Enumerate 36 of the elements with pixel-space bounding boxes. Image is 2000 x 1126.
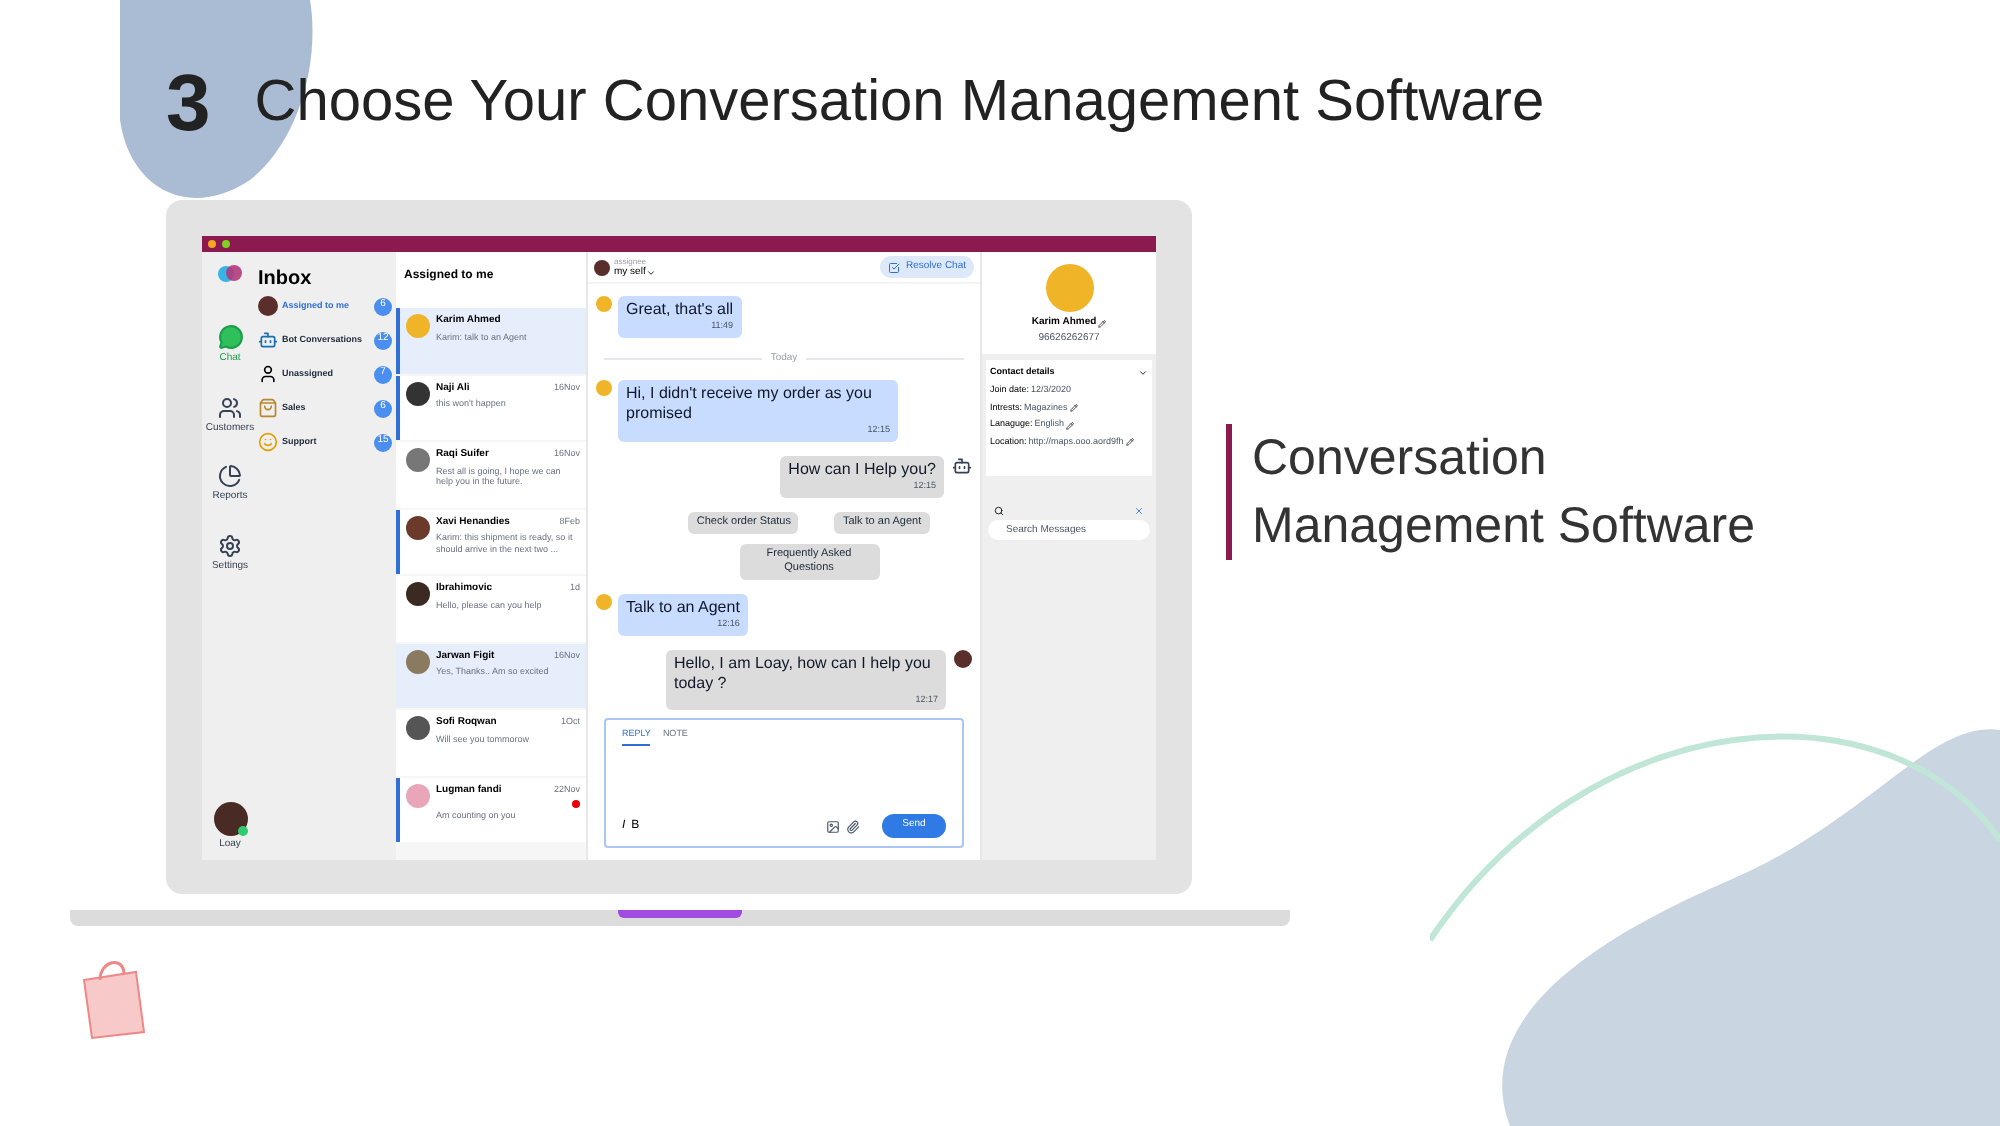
edit-icon[interactable] xyxy=(1066,421,1075,430)
smiley-icon xyxy=(258,432,278,452)
image-icon[interactable] xyxy=(826,819,840,833)
check-icon xyxy=(887,261,900,273)
app-logo-icon xyxy=(216,264,244,284)
agent-avatar xyxy=(954,649,972,667)
side-heading: Conversation Management Software xyxy=(1252,428,1758,558)
robot-icon xyxy=(952,456,972,476)
message-text: Hello, I am Loay, how can I help you today ? xyxy=(674,653,933,693)
assignee-avatar xyxy=(594,259,610,275)
contact-photo xyxy=(1045,264,1093,312)
bag-icon xyxy=(258,398,278,418)
message-text: Hi, I didn't receive my order as you promised xyxy=(626,384,874,425)
pie-chart-icon xyxy=(217,464,242,488)
inbox-title: Inbox xyxy=(258,266,314,294)
robot-icon xyxy=(258,330,278,350)
edit-icon[interactable] xyxy=(1069,403,1078,412)
message-text: Great, that's all xyxy=(626,300,734,320)
message-text: How can I Help you? xyxy=(788,460,936,480)
chat-icon xyxy=(217,324,243,350)
users-icon xyxy=(218,395,242,419)
edit-icon[interactable] xyxy=(1098,319,1107,328)
edit-icon[interactable] xyxy=(1125,438,1134,447)
customer-avatar xyxy=(596,380,612,397)
collapse-icon[interactable] xyxy=(1138,367,1148,378)
settings-icon xyxy=(217,533,242,557)
customer-avatar xyxy=(596,593,612,610)
message-text: Talk to an Agent xyxy=(626,597,740,618)
caret-icon[interactable] xyxy=(645,267,656,277)
customer-avatar xyxy=(596,296,612,312)
attachment-icon[interactable] xyxy=(846,819,860,833)
step-number: 3 xyxy=(166,58,211,152)
slide-title: Choose Your Conversation Management Software xyxy=(254,68,1545,139)
search-icon xyxy=(994,505,1004,515)
user-icon xyxy=(258,364,278,384)
avatar-icon xyxy=(258,296,278,316)
